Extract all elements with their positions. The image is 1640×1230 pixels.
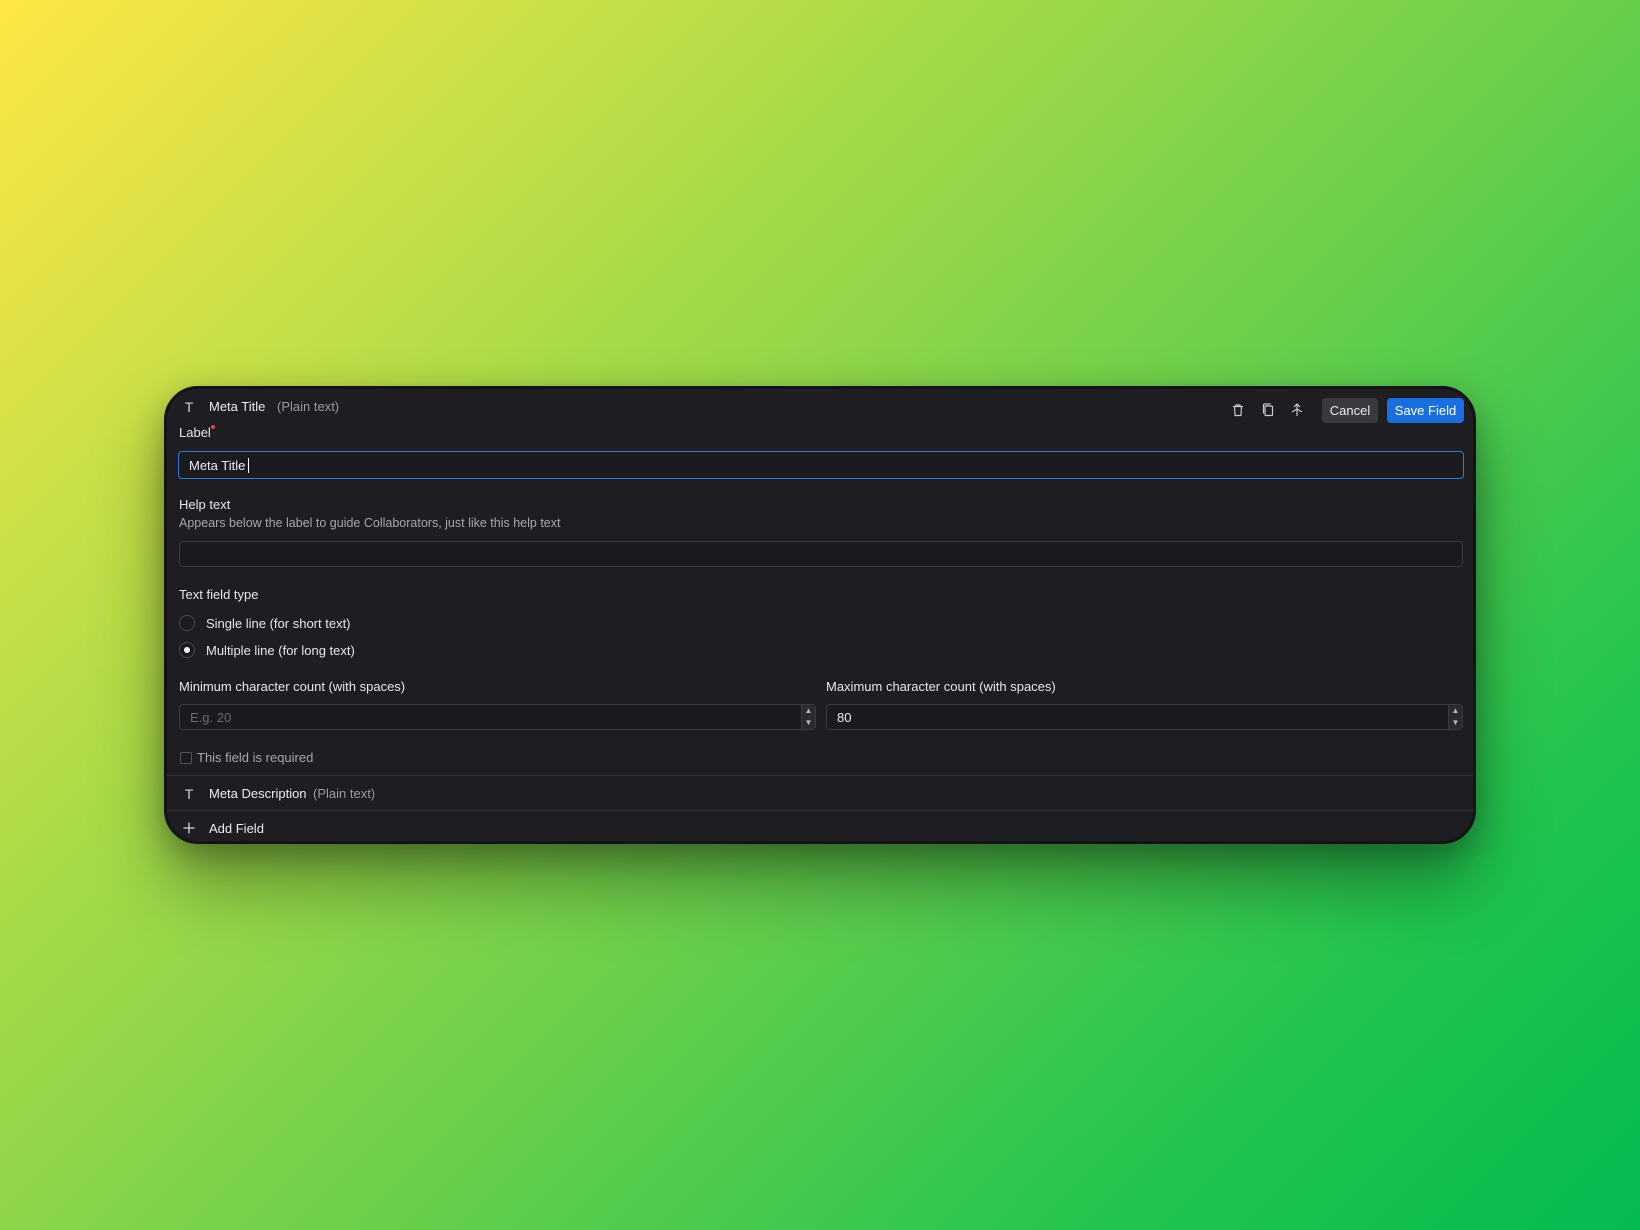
min-count-label: Minimum character count (with spaces) — [179, 679, 406, 694]
required-checkbox[interactable] — [180, 752, 192, 764]
field-type: (Plain text) — [277, 399, 340, 414]
field-editor-panel: T Meta Title (Plain text) Cancel Save Fi… — [164, 386, 1476, 844]
required-checkbox-label[interactable]: This field is required — [197, 750, 313, 765]
plus-icon — [182, 821, 196, 835]
chevron-up-icon[interactable]: ▲ — [802, 705, 815, 717]
trash-icon[interactable] — [1230, 402, 1246, 418]
required-indicator — [211, 425, 215, 429]
chevron-down-icon[interactable]: ▼ — [1449, 717, 1462, 729]
field-row-type: (Plain text) — [313, 786, 376, 801]
radio-single-line-label[interactable]: Single line (for short text) — [206, 616, 351, 631]
text-cursor — [248, 458, 249, 473]
add-field-label: Add Field — [209, 821, 264, 836]
field-row-meta-description[interactable]: T Meta Description (Plain text) — [167, 776, 1473, 810]
chevron-down-icon[interactable]: ▼ — [802, 717, 815, 729]
radio-multiple-line-label[interactable]: Multiple line (for long text) — [206, 643, 355, 658]
add-field-button[interactable]: Add Field — [167, 811, 1473, 841]
field-header: T Meta Title (Plain text) Cancel Save Fi… — [167, 389, 1473, 425]
max-count-label: Maximum character count (with spaces) — [826, 679, 1056, 694]
radio-multiple-line[interactable] — [179, 642, 195, 658]
min-count-stepper[interactable]: ▲ ▼ — [801, 705, 815, 729]
text-type-icon: T — [184, 786, 194, 802]
label-input[interactable] — [178, 451, 1464, 479]
field-row-title: Meta Description — [209, 786, 307, 801]
help-text-description: Appears below the label to guide Collabo… — [179, 516, 561, 530]
save-field-button[interactable]: Save Field — [1387, 398, 1464, 423]
min-count-input[interactable] — [179, 704, 816, 730]
max-count-stepper[interactable]: ▲ ▼ — [1448, 705, 1462, 729]
help-text-input[interactable] — [179, 541, 1463, 567]
text-type-icon: T — [184, 399, 194, 415]
field-title: Meta Title — [209, 399, 266, 414]
move-icon[interactable] — [1289, 402, 1305, 418]
chevron-up-icon[interactable]: ▲ — [1449, 705, 1462, 717]
label-field-label: Label — [179, 425, 211, 440]
text-field-type-label: Text field type — [179, 587, 259, 602]
cancel-button[interactable]: Cancel — [1322, 398, 1378, 423]
help-text-label: Help text — [179, 497, 231, 512]
max-count-input[interactable] — [826, 704, 1463, 730]
duplicate-icon[interactable] — [1260, 402, 1276, 418]
radio-single-line[interactable] — [179, 615, 195, 631]
